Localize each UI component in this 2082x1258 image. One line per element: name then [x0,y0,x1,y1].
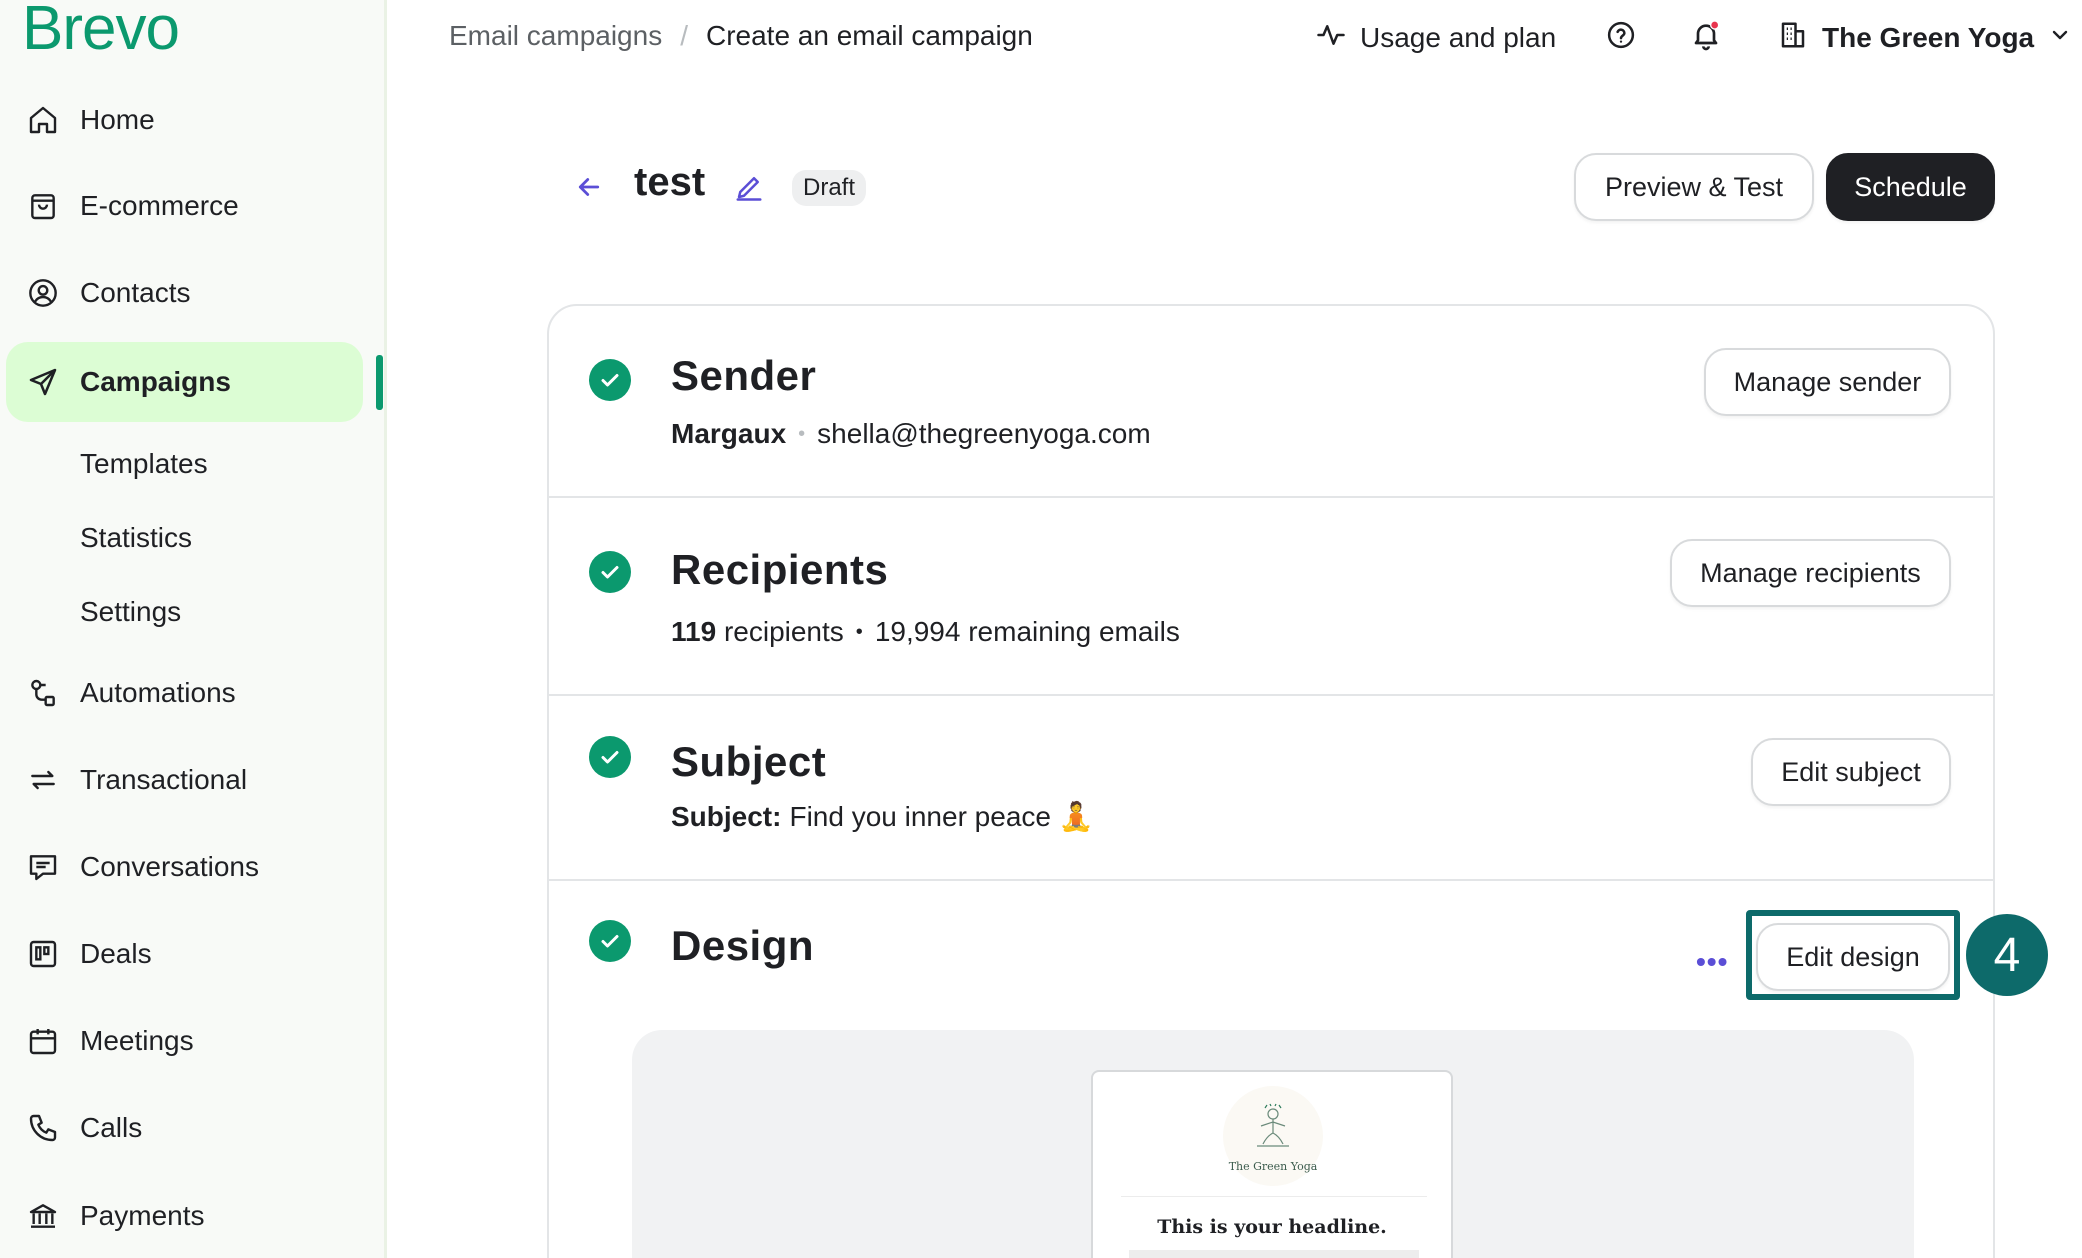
email-thumbnail[interactable]: The Green Yoga This is your headline. [1091,1070,1453,1258]
sidebar-item-label: Conversations [80,851,259,882]
organization-switcher[interactable]: The Green Yoga [1778,16,2072,60]
check-circle-icon [589,551,631,593]
sidebar-item-label: Automations [80,677,236,708]
subject-details: Subject: Find you inner peace 🧘 [671,800,1094,833]
sidebar-item-label: E-commerce [80,190,239,221]
campaign-title: test [634,160,706,204]
bell-icon [1690,19,1722,58]
breadcrumb-email-campaigns[interactable]: Email campaigns [449,20,662,52]
sidebar-item-automations[interactable]: Automations [6,653,363,733]
sidebar-item-transactional[interactable]: Transactional [6,740,363,820]
sender-section-title: Sender [671,352,817,399]
sender-name: Margaux [671,418,787,449]
check-circle-icon [589,736,631,778]
tutorial-step-badge: 4 [1966,914,2048,996]
bank-icon [26,1199,60,1233]
subject-label: Subject: [671,800,782,832]
automation-icon [26,676,60,710]
sidebar-item-meetings[interactable]: Meetings [6,1001,363,1081]
sidebar-item-campaigns[interactable]: Campaigns [6,342,363,422]
sidebar-item-label: Home [80,104,155,135]
sidebar-item-label: Contacts [80,277,191,308]
usage-and-plan-link[interactable]: Usage and plan [1316,16,1556,60]
schedule-button[interactable]: Schedule [1826,153,1995,221]
sidebar-item-conversations[interactable]: Conversations [6,827,363,907]
sender-details: Margaux • shella@thegreenyoga.com [671,418,1151,450]
pencil-icon [734,177,764,206]
sidebar-item-calls[interactable]: Calls [6,1088,363,1168]
thumbnail-brand: The Green Yoga [1228,1159,1318,1173]
sidebar-item-home[interactable]: Home [6,80,363,160]
thumbnail-logo: The Green Yoga [1223,1086,1323,1186]
breadcrumb-current: Create an email campaign [705,20,1033,51]
manage-sender-button[interactable]: Manage sender [1704,348,1951,416]
sidebar-subitem-templates[interactable]: Templates [80,448,208,480]
sidebar-item-ecommerce[interactable]: E-commerce [6,166,363,246]
status-badge: Draft [792,170,867,206]
sidebar-item-label: Payments [80,1200,205,1231]
sidebar-subitem-statistics[interactable]: Statistics [80,522,192,554]
edit-subject-button[interactable]: Edit subject [1751,738,1951,806]
shopping-bag-icon [26,189,60,223]
sidebar-item-label: Campaigns [80,366,231,397]
kanban-icon [26,937,60,971]
sidebar-item-deals[interactable]: Deals [6,914,363,994]
org-name: The Green Yoga [1822,22,2035,53]
building-icon [1778,20,1808,57]
sidebar-item-contacts[interactable]: Contacts [6,253,363,333]
user-circle-icon [26,276,60,310]
remaining-emails: 19,994 remaining emails [874,616,1180,647]
sidebar-item-label: Deals [80,938,152,969]
activity-icon [1316,20,1346,57]
sidebar-item-payments[interactable]: Payments [6,1176,363,1256]
preview-test-button[interactable]: Preview & Test [1574,153,1814,221]
usage-label: Usage and plan [1360,22,1557,53]
manage-recipients-button[interactable]: Manage recipients [1670,539,1951,607]
section-divider [547,694,1995,696]
subject-section-title: Subject [671,738,827,785]
chat-icon [26,850,60,884]
separator-dot: • [855,620,863,643]
arrow-left-icon [574,178,604,206]
arrows-exchange-icon [26,763,60,797]
help-icon [1606,20,1636,57]
active-indicator [376,355,383,410]
recipients-section-title: Recipients [671,546,889,593]
breadcrumb: Email campaigns / Create an email campai… [449,20,1033,52]
sender-email: shella@thegreenyoga.com [817,418,1151,449]
chevron-down-icon [2048,22,2072,54]
separator-dot: • [798,422,806,445]
breadcrumb-separator: / [680,20,688,51]
more-options-icon[interactable]: ••• [1696,946,1728,978]
sidebar: Brevo Home E-commerce Contacts Campaigns… [0,0,387,1258]
recipients-details: 119 recipients • 19,994 remaining emails [671,616,1180,648]
thumbnail-headline: This is your headline. [1157,1216,1387,1238]
back-button[interactable] [574,172,604,207]
check-circle-icon [589,359,631,401]
sidebar-item-label: Transactional [80,764,248,795]
calendar-icon [26,1024,60,1058]
notifications-button[interactable] [1690,16,1722,60]
sidebar-item-label: Calls [80,1112,143,1143]
rename-campaign-button[interactable] [734,172,764,207]
thumbnail-divider [1121,1196,1427,1197]
tutorial-highlight [1746,910,1960,1000]
sidebar-subitem-settings[interactable]: Settings [80,596,181,628]
subject-value: Find you inner peace 🧘 [789,801,1094,832]
section-divider [547,496,1995,498]
recipients-count-suffix: recipients [723,616,844,647]
help-button[interactable] [1606,16,1636,60]
thumbnail-placeholder-bar [1129,1250,1419,1258]
yoga-figure-icon [1257,1103,1289,1147]
section-divider [547,879,1995,881]
sidebar-item-label: Meetings [80,1025,194,1056]
phone-icon [26,1111,60,1145]
home-icon [26,103,60,137]
recipients-count: 119 [671,616,717,647]
brevo-logo[interactable]: Brevo [22,0,180,60]
check-circle-icon [589,920,631,962]
design-section-title: Design [671,922,815,969]
paper-plane-icon [26,365,60,399]
